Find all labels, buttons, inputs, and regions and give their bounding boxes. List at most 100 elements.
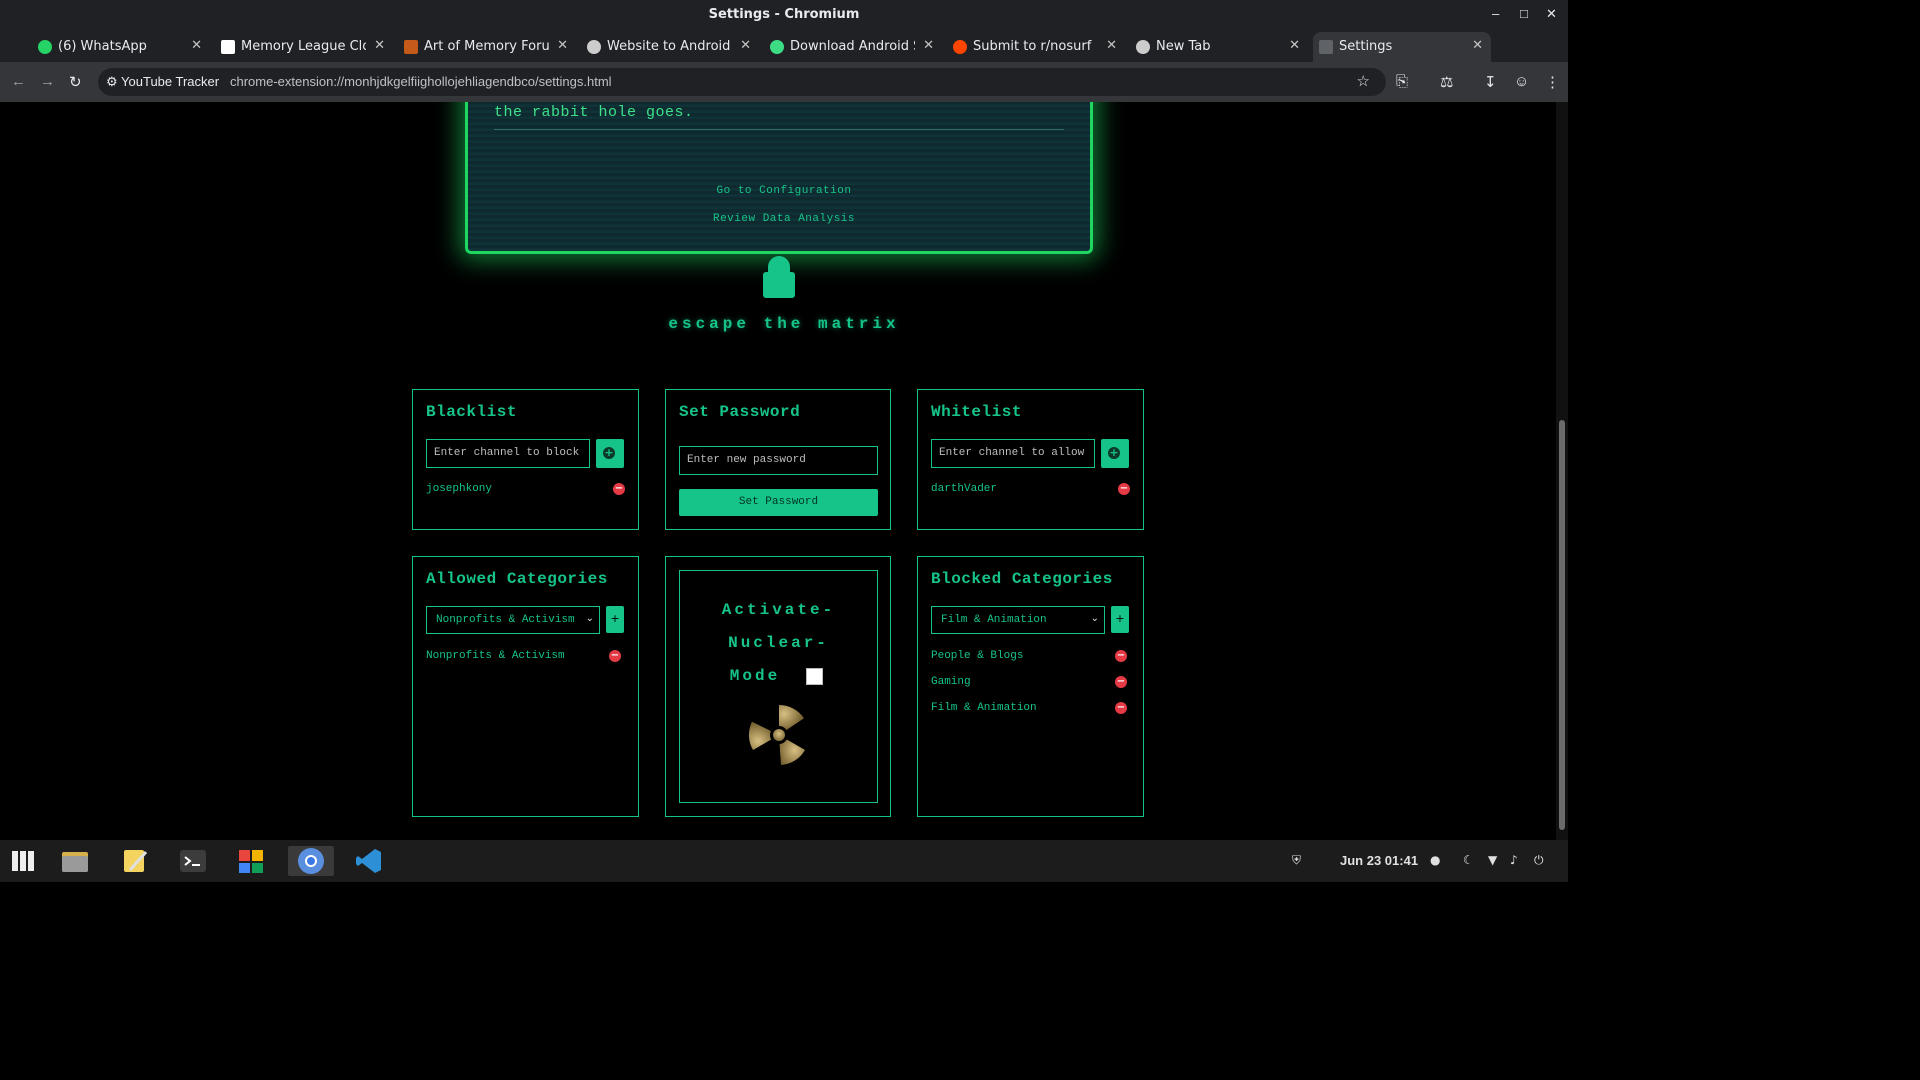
night-mode-moon-icon[interactable]: ☾ [1463,853,1474,867]
extension-chip[interactable]: ⚙ YouTube Tracker [106,74,219,90]
close-window-icon[interactable]: ✕ [1546,6,1557,22]
remove-blocked-category-icon[interactable]: − [1115,702,1127,714]
allowed-categories-title: Allowed Categories [426,570,608,588]
memory-league-icon [221,40,235,54]
quote-divider [494,129,1064,130]
scrollbar-thumb[interactable] [1559,420,1565,830]
puzzle-icon: ⚙ [106,74,118,89]
apps-menu-icon[interactable] [8,846,38,876]
blocked-categories-panel: Blocked Categories Film & Animation ⌄ + … [917,556,1144,817]
blacklist-panel: Blacklist Enter channel to block + josep… [412,389,639,530]
tab-label: New Tab [1156,39,1211,54]
add-blocked-category-button[interactable]: + [1111,606,1129,633]
close-tab-icon[interactable]: ✕ [1472,38,1483,53]
volume-icon[interactable]: ♪ [1510,853,1518,867]
remove-blocked-category-icon[interactable]: − [1115,650,1127,662]
new-password-input[interactable]: Enter new password [679,446,878,475]
url-text[interactable]: chrome-extension://monhjdkgelfiigholloje… [230,74,612,89]
tab-website-to-android[interactable]: Website to Android Ap ✕ [581,32,759,62]
add-allowed-category-button[interactable]: + [606,606,624,633]
extension-page-icon [1319,40,1333,54]
android-icon [770,40,784,54]
extension-chip-label: YouTube Tracker [121,74,220,89]
terminal-icon[interactable] [178,846,208,876]
reload-icon[interactable]: ↻ [69,73,82,91]
whitelist-title: Whitelist [931,403,1022,421]
blocked-category-item: Gaming [931,676,971,688]
close-tab-icon[interactable]: ✕ [740,38,751,53]
page-scrollbar[interactable] [1556,102,1568,840]
plus-circle-icon: + [603,446,615,459]
notification-dot-icon[interactable]: ● [1430,853,1440,867]
extensions-icon[interactable]: ⎘ [1396,73,1408,90]
chevron-down-icon: ⌄ [585,613,594,624]
allowed-category-item: Nonprofits & Activism [426,650,565,662]
quote-text: the rabbit hole goes. [494,104,694,121]
tab-whatsapp[interactable]: (6) WhatsApp ✕ [32,32,210,62]
tab-reddit-nosurf[interactable]: Submit to r/nosurf ✕ [947,32,1125,62]
review-data-analysis-link[interactable]: Review Data Analysis [0,213,1568,225]
whatsapp-icon [38,40,52,54]
maximize-icon[interactable]: □ [1520,6,1528,21]
allowed-categories-panel: Allowed Categories Nonprofits & Activism… [412,556,639,817]
menu-kebab-icon[interactable]: ⋮ [1545,73,1560,91]
tab-settings[interactable]: Settings ✕ [1313,32,1491,62]
clock[interactable]: Jun 23 01:41 [1340,853,1418,868]
plus-circle-icon: + [1108,446,1120,459]
tab-new-tab[interactable]: New Tab ✕ [1130,32,1308,62]
tab-label: Submit to r/nosurf [973,39,1092,54]
wifi-icon[interactable]: ▼ [1488,853,1497,867]
close-tab-icon[interactable]: ✕ [557,38,568,53]
remove-allowed-category-icon[interactable]: − [609,650,621,662]
add-blacklist-button[interactable]: + [596,439,624,468]
set-password-button[interactable]: Set Password [679,489,878,516]
tab-label: Memory League Clon [241,39,366,54]
blacklist-title: Blacklist [426,403,517,421]
reddit-icon [953,40,967,54]
close-tab-icon[interactable]: ✕ [374,38,385,53]
tab-label: Art of Memory Forum [424,39,549,54]
blocked-category-item: Film & Animation [931,702,1037,714]
labs-flask-icon[interactable]: ⚖ [1440,73,1453,91]
back-icon[interactable]: ← [11,73,26,90]
tab-memory-league[interactable]: Memory League Clon ✕ [215,32,393,62]
escape-title: escape the matrix [668,315,900,333]
blocked-categories-title: Blocked Categories [931,570,1113,588]
go-to-configuration-link[interactable]: Go to Configuration [0,185,1568,197]
page-content: the rabbit hole goes. Go to Configuratio… [0,102,1568,840]
whitelist-panel: Whitelist Enter channel to allow + darth… [917,389,1144,530]
text-editor-icon[interactable] [120,846,150,876]
minimize-icon[interactable]: – [1492,6,1499,21]
whitelist-channel-input[interactable]: Enter channel to allow [931,439,1095,468]
remove-blacklist-item-icon[interactable]: − [613,483,625,495]
remove-blocked-category-icon[interactable]: − [1115,676,1127,688]
chromium-icon[interactable] [288,846,334,876]
close-tab-icon[interactable]: ✕ [1106,38,1117,53]
downloads-icon[interactable]: ↧ [1484,73,1497,91]
blocked-category-select[interactable]: Film & Animation ⌄ [931,606,1105,634]
files-icon[interactable] [60,846,90,876]
add-whitelist-button[interactable]: + [1101,439,1129,468]
shield-icon[interactable]: ⛨ [1292,853,1301,868]
tab-art-of-memory[interactable]: Art of Memory Forum ✕ [398,32,576,62]
radiation-icon [748,704,805,765]
tab-download-android-studio[interactable]: Download Android St ✕ [764,32,942,62]
software-store-icon[interactable] [236,846,266,876]
allowed-category-select[interactable]: Nonprofits & Activism ⌄ [426,606,600,634]
close-tab-icon[interactable]: ✕ [191,38,202,53]
tab-strip: ▼ (6) WhatsApp ✕ Memory League Clon ✕ Ar… [0,30,1568,85]
profile-icon[interactable]: ☺ [1514,73,1529,90]
power-icon[interactable]: ⏻ [1534,853,1544,868]
vscode-icon[interactable] [354,846,384,876]
close-tab-icon[interactable]: ✕ [1289,38,1300,53]
blacklist-channel-input[interactable]: Enter channel to block [426,439,590,468]
browser-toolbar: ← → ↻ ⚙ YouTube Tracker chrome-extension… [0,62,1568,102]
close-tab-icon[interactable]: ✕ [923,38,934,53]
window-title: Settings - Chromium [708,7,860,22]
allowed-category-selected: Nonprofits & Activism [436,614,575,626]
nuclear-mode-checkbox[interactable] [806,668,823,685]
remove-whitelist-item-icon[interactable]: − [1118,483,1130,495]
address-bar[interactable]: ⚙ YouTube Tracker chrome-extension://mon… [98,68,1386,96]
bookmark-star-icon[interactable]: ☆ [1357,72,1370,90]
forward-icon[interactable]: → [40,73,55,90]
